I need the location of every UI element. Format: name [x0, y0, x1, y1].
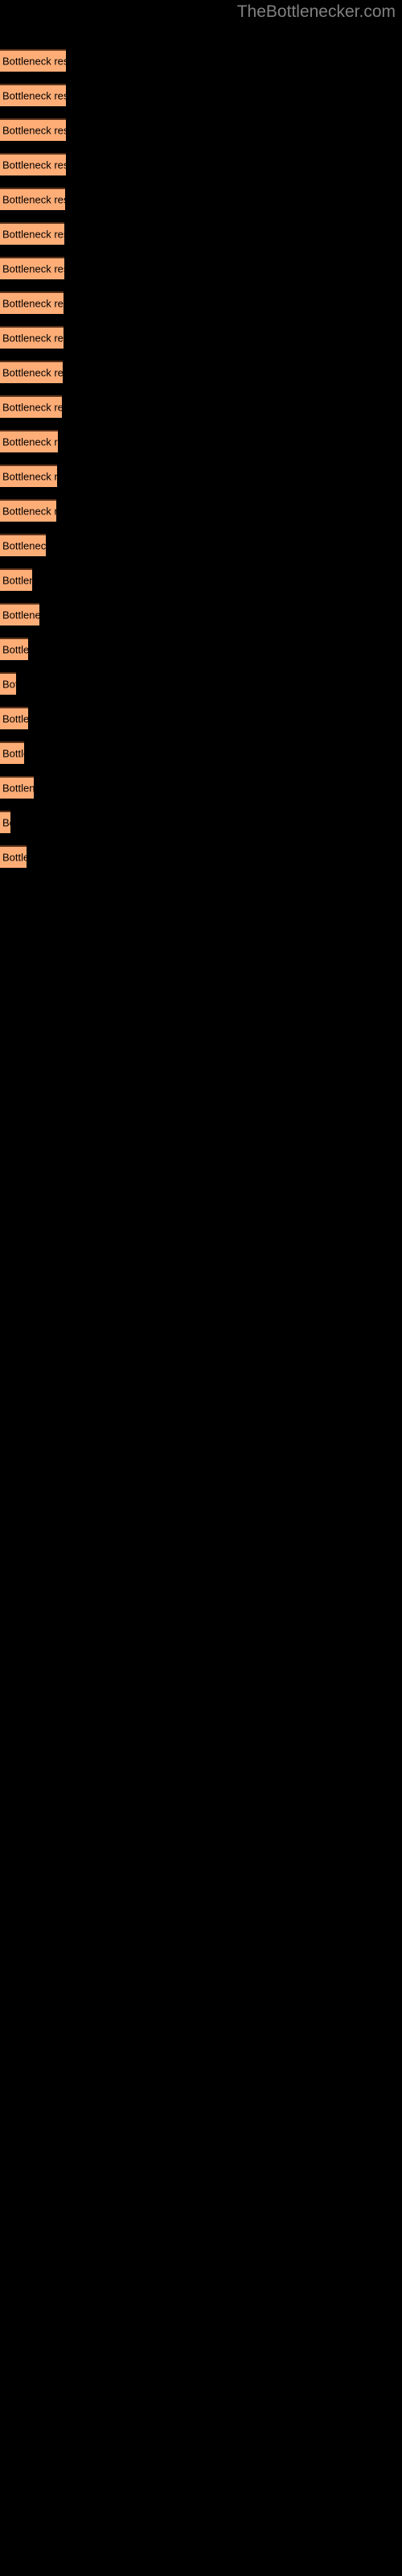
bar-label: Bottleneck result	[2, 297, 64, 310]
bar-label: Bottleneck result	[2, 609, 39, 621]
bar-label: Bottleneck result	[2, 366, 63, 379]
bar-label: Bottleneck result	[2, 643, 28, 656]
bar-label: Bottleneck result	[2, 55, 66, 68]
bar-label: Bottleneck result	[2, 436, 58, 448]
bar-label: Bottleneck result	[2, 193, 65, 206]
bar-15[interactable]: Bottleneck result	[0, 534, 46, 556]
bar-17[interactable]: Bottleneck result	[0, 603, 39, 625]
bar-20[interactable]: Bottleneck result	[0, 707, 28, 729]
bar-8[interactable]: Bottleneck result	[0, 291, 64, 314]
bar-label: Bottleneck result	[2, 89, 66, 102]
bottleneck-bar-chart: TheBottlenecker.com Bottleneck resultBot…	[0, 0, 402, 2576]
bar-label: Bottleneck result	[2, 747, 24, 760]
bar-11[interactable]: Bottleneck result	[0, 395, 62, 418]
bar-label: Bottleneck result	[2, 401, 62, 414]
bar-10[interactable]: Bottleneck result	[0, 361, 63, 383]
bar-18[interactable]: Bottleneck result	[0, 638, 28, 660]
bar-label: Bottleneck result	[2, 539, 46, 552]
bar-label: Bottleneck result	[2, 712, 28, 725]
bar-4[interactable]: Bottleneck result	[0, 153, 66, 175]
bar-label: Bottleneck result	[2, 332, 64, 345]
bar-label: Bottleneck result	[2, 228, 64, 241]
bar-7[interactable]: Bottleneck result	[0, 257, 64, 279]
bar-16[interactable]: Bottleneck result	[0, 568, 32, 591]
bar-24[interactable]: Bottleneck result	[0, 845, 27, 868]
bar-19[interactable]: Bottleneck result	[0, 672, 16, 695]
bar-21[interactable]: Bottleneck result	[0, 741, 24, 764]
bar-label: Bottleneck result	[2, 262, 64, 275]
bar-label: Bottleneck result	[2, 782, 34, 795]
bar-1[interactable]: Bottleneck result	[0, 49, 66, 72]
bar-3[interactable]: Bottleneck result	[0, 118, 66, 141]
bar-23[interactable]: Bottleneck result	[0, 811, 10, 833]
bars-layer: Bottleneck result Bottleneck result Bottle…	[0, 0, 402, 2576]
bar-2[interactable]: Bottleneck result	[0, 84, 66, 106]
bar-label: Bottleneck result	[2, 124, 66, 137]
bar-12[interactable]: Bottleneck result	[0, 430, 58, 452]
bar-22[interactable]: Bottleneck result	[0, 776, 34, 799]
bar-5[interactable]: Bottleneck result	[0, 188, 65, 210]
bar-label: Bottleneck result	[2, 574, 32, 587]
bar-6[interactable]: Bottleneck result	[0, 222, 64, 245]
bar-label: Bottleneck result	[2, 470, 57, 483]
bar-label: Bottleneck result	[2, 678, 16, 691]
bar-13[interactable]: Bottleneck result	[0, 464, 57, 487]
bar-9[interactable]: Bottleneck result	[0, 326, 64, 349]
bar-label: Bottleneck result	[2, 159, 66, 171]
bar-label: Bottleneck result	[2, 816, 10, 829]
bar-label: Bottleneck result	[2, 505, 56, 518]
bar-label: Bottleneck result	[2, 851, 27, 864]
bar-14[interactable]: Bottleneck result	[0, 499, 56, 522]
